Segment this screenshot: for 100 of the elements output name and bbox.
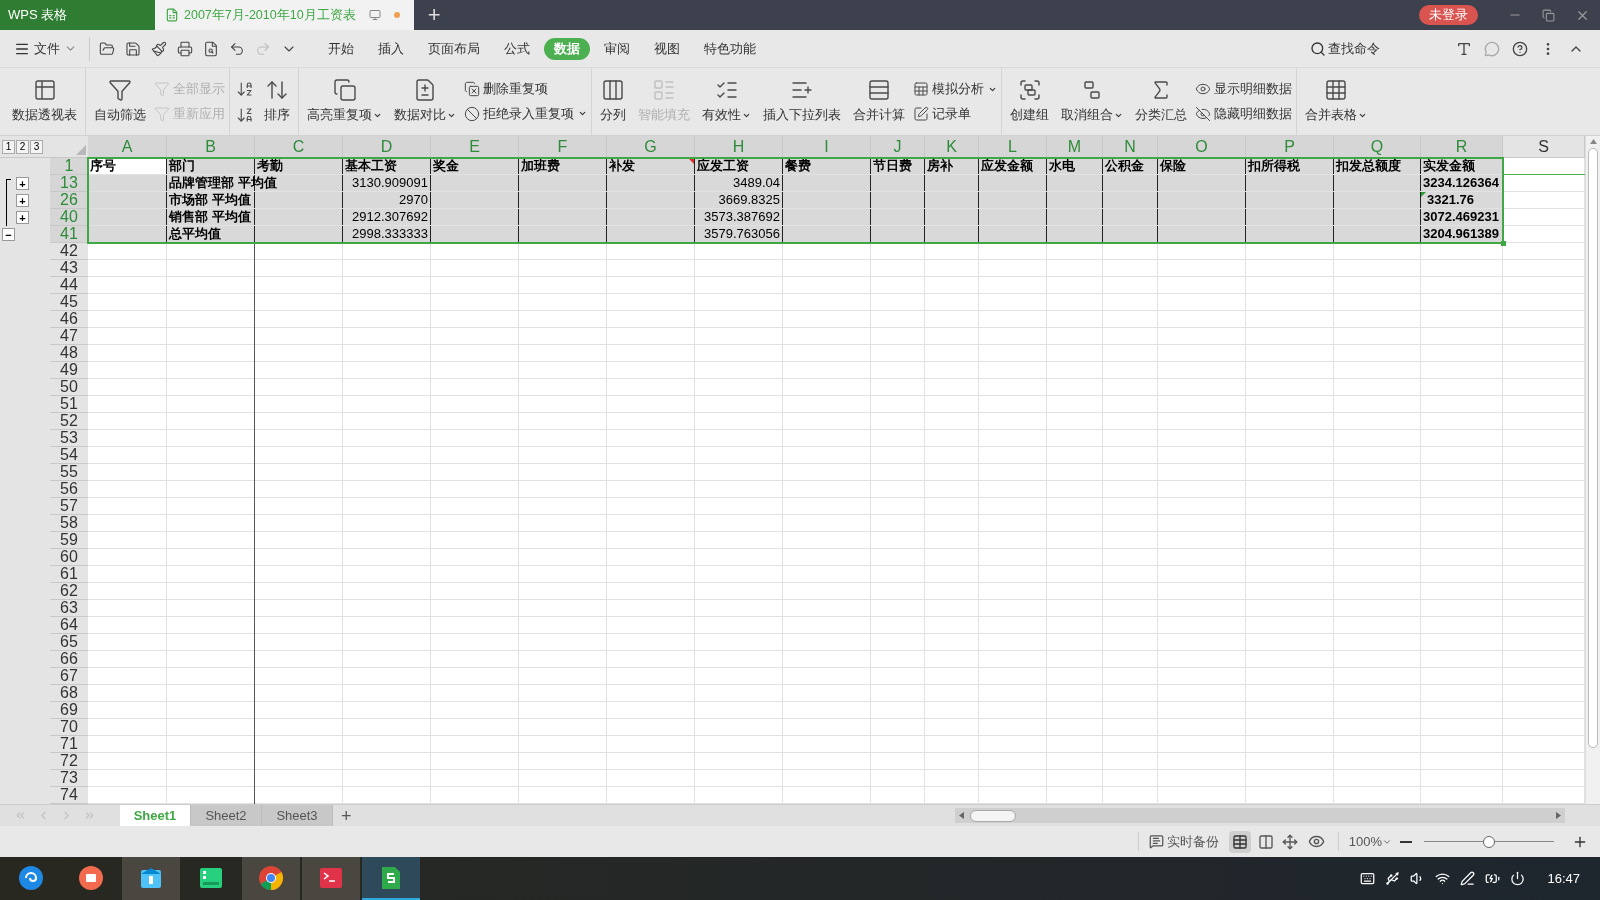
backup-button[interactable]: 实时备份: [1137, 831, 1229, 852]
ribbon-button[interactable]: 数据对比: [390, 68, 460, 135]
power-icon[interactable]: [1510, 871, 1526, 886]
menu-tab[interactable]: 插入: [368, 37, 414, 60]
row-header[interactable]: 72: [50, 753, 88, 770]
cell-text: 总平均值: [169, 226, 221, 242]
row-header[interactable]: 42: [50, 243, 88, 260]
taskbar-app[interactable]: [362, 857, 420, 900]
outline-level-button[interactable]: 2: [16, 139, 29, 154]
row-header[interactable]: 74: [50, 787, 88, 804]
login-button[interactable]: 未登录: [1419, 5, 1478, 25]
outline-level-button[interactable]: 3: [30, 139, 43, 154]
wifi-icon[interactable]: [1435, 871, 1451, 886]
ribbon-button[interactable]: 有效性: [698, 68, 755, 135]
row-header[interactable]: 60: [50, 549, 88, 566]
row-header[interactable]: 47: [50, 328, 88, 345]
menu-tab[interactable]: 公式: [494, 37, 540, 60]
row-header[interactable]: 54: [50, 447, 88, 464]
pen-icon[interactable]: [1460, 871, 1476, 886]
horizontal-scrollbar[interactable]: [955, 808, 1565, 823]
sheet-tab[interactable]: Sheet2: [191, 805, 262, 826]
row-header[interactable]: 71: [50, 736, 88, 753]
row-header[interactable]: 73: [50, 770, 88, 787]
row-header[interactable]: 64: [50, 617, 88, 634]
row-header[interactable]: 46: [50, 311, 88, 328]
ribbon-button[interactable]: 模拟分析: [913, 79, 997, 99]
row-header[interactable]: 51: [50, 396, 88, 413]
app-tab[interactable]: WPS 表格: [0, 0, 155, 30]
ribbon-button[interactable]: 合并表格: [1301, 68, 1371, 135]
scroll-thumb[interactable]: [970, 809, 1016, 822]
row-header[interactable]: 66: [50, 651, 88, 668]
row-header[interactable]: 68: [50, 685, 88, 702]
menu-tab[interactable]: 审阅: [594, 37, 640, 60]
menu-tab[interactable]: 开始: [318, 37, 364, 60]
outline-level-button[interactable]: 1: [2, 139, 15, 154]
file-menu[interactable]: 文件: [0, 38, 85, 59]
row-header[interactable]: 67: [50, 668, 88, 685]
row-header[interactable]: 48: [50, 345, 88, 362]
ribbon-button[interactable]: 分类汇总: [1131, 68, 1191, 135]
ribbon-button[interactable]: 拒绝录入重复项: [464, 104, 587, 124]
row-header[interactable]: 63: [50, 600, 88, 617]
ribbon-button[interactable]: 排序: [260, 68, 294, 135]
row-header[interactable]: 52: [50, 413, 88, 430]
cell-text: 基本工资: [345, 158, 397, 174]
ribbon-button[interactable]: 自动筛选: [90, 68, 150, 135]
row-header[interactable]: 65: [50, 634, 88, 651]
sheet-tab[interactable]: Sheet3: [262, 805, 333, 826]
row-header[interactable]: 58: [50, 515, 88, 532]
outline-toggle[interactable]: +: [16, 177, 29, 190]
ribbon-button[interactable]: 记录单: [913, 104, 997, 124]
add-sheet-button[interactable]: +: [333, 805, 360, 826]
row-header[interactable]: 62: [50, 583, 88, 600]
vertical-scrollbar[interactable]: [1585, 136, 1600, 804]
row-header[interactable]: 49: [50, 362, 88, 379]
menu-tab[interactable]: 特色功能: [694, 37, 766, 60]
scroll-up-icon[interactable]: [1589, 139, 1597, 144]
ribbon-button[interactable]: 数据透视表: [8, 68, 81, 135]
cell-text: 3234.126364: [1423, 175, 1499, 191]
battery-icon[interactable]: [1485, 871, 1501, 886]
cell-text: 市场部 平均值: [169, 192, 251, 208]
ribbon-button[interactable]: 插入下拉列表: [759, 68, 845, 135]
zoom-menu[interactable]: 100%: [1337, 831, 1392, 852]
ribbon-button[interactable]: 创建组: [1006, 68, 1053, 135]
ribbon-button[interactable]: 高亮重复项: [303, 68, 386, 135]
ribbon-button[interactable]: 显示明细数据: [1195, 79, 1292, 99]
row-header[interactable]: 53: [50, 430, 88, 447]
row-header[interactable]: 69: [50, 702, 88, 719]
row-header[interactable]: 50: [50, 379, 88, 396]
row-header[interactable]: 59: [50, 532, 88, 549]
normal-view-button[interactable]: [1228, 830, 1251, 853]
row-header[interactable]: 61: [50, 566, 88, 583]
scroll-left-icon[interactable]: [959, 812, 964, 819]
slider-thumb[interactable]: [1483, 835, 1495, 848]
group-icon: [1017, 78, 1042, 103]
ribbon-button[interactable]: 合并计算: [849, 68, 909, 135]
row-header[interactable]: 43: [50, 260, 88, 277]
keyboard-icon[interactable]: [1360, 871, 1376, 886]
usb-icon[interactable]: [1385, 871, 1401, 886]
row-header[interactable]: 55: [50, 464, 88, 481]
cell-text: 房补: [927, 158, 953, 174]
menu-tab[interactable]: 视图: [644, 37, 690, 60]
outline-toggle[interactable]: +: [16, 194, 29, 207]
row-header[interactable]: 45: [50, 294, 88, 311]
new-tab-button[interactable]: +: [413, 0, 455, 30]
row-header[interactable]: 56: [50, 481, 88, 498]
row-header[interactable]: 44: [50, 277, 88, 294]
ribbon-button[interactable]: 取消组合: [1057, 68, 1127, 135]
row-header[interactable]: 70: [50, 719, 88, 736]
outline-bracket: [6, 179, 11, 226]
outline-toggle[interactable]: −: [2, 228, 15, 241]
zoom-slider[interactable]: [1424, 834, 1554, 849]
ribbon-button[interactable]: 删除重复项: [464, 79, 587, 99]
ribbon-button[interactable]: 隐藏明细数据: [1195, 104, 1292, 124]
ribbon-button[interactable]: 分列: [596, 68, 630, 135]
row-header[interactable]: 57: [50, 498, 88, 515]
table-icon: [913, 81, 929, 98]
command-search[interactable]: 查找命令: [1310, 38, 1380, 59]
scroll-right-icon[interactable]: [1556, 812, 1561, 819]
outline-toggle[interactable]: +: [16, 211, 29, 224]
menu-tab[interactable]: 页面布局: [418, 37, 490, 60]
